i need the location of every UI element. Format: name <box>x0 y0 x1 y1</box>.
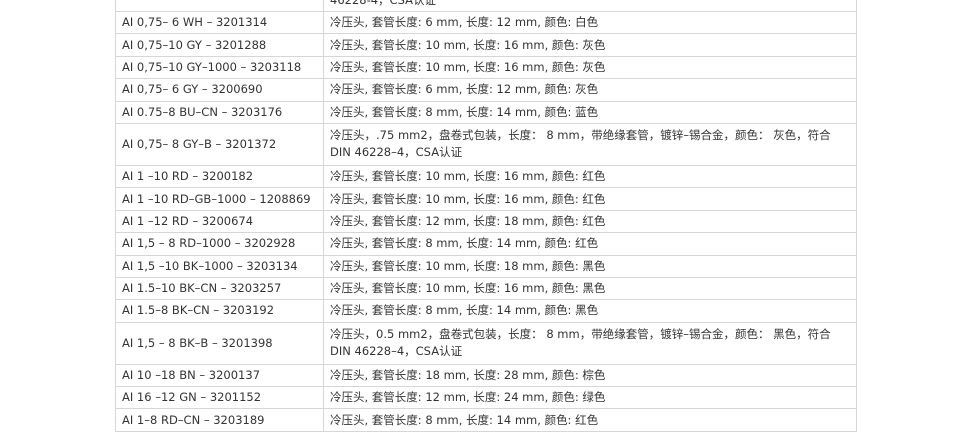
product-code-cell: AI 1–8 RD–CN – 3203189 <box>115 408 324 432</box>
product-code-cell: AI 1 –10 RD–GB–1000 – 1208869 <box>115 187 324 211</box>
product-code-cell: AI 0,75–10 GY – 3201288 <box>115 33 324 57</box>
table-row: AI 0,75– 8 GY–B – 3201372 冷压头，.75 mm2，盘卷式… <box>115 122 857 166</box>
product-description-cell: 冷压头, 套管长度: 10 mm, 长度: 16 mm, 颜色: 红色 <box>323 187 857 211</box>
table-row: AI 1 –10 RD–GB–1000 – 1208869 冷压头, 套管长度: … <box>115 187 857 211</box>
product-description-cell: 冷压头, 套管长度: 8 mm, 长度: 14 mm, 颜色: 黑色 <box>323 299 857 323</box>
product-code-cell: AI 0,75– 8 GY–B – 3201372 <box>115 122 324 166</box>
table-row: 46228-4，CSA认证 <box>115 0 857 12</box>
table-row: AI 1,5 – 8 RD–1000 – 3202928 冷压头, 套管长度: 8… <box>115 232 857 256</box>
product-code-cell: AI 0,75– 6 WH – 3201314 <box>115 10 324 35</box>
product-description-cell: 冷压头, 套管长度: 6 mm, 长度: 12 mm, 颜色: 白色 <box>323 10 857 35</box>
product-table-body: 46228-4，CSA认证AI 0,75– 6 WH – 3201314冷压头,… <box>115 0 857 432</box>
product-description-cell: 冷压头, 套管长度: 12 mm, 长度: 18 mm, 颜色: 红色 <box>323 209 857 234</box>
product-description-cell: 冷压头, 套管长度: 10 mm, 长度: 16 mm, 颜色: 灰色 <box>323 55 857 80</box>
product-code-cell: AI 16 –12 GN – 3201152 <box>115 386 324 410</box>
product-code-cell: AI 1,5 –10 BK–1000 – 3203134 <box>115 254 324 278</box>
product-description-cell: 冷压头, 套管长度: 8 mm, 长度: 14 mm, 颜色: 蓝色 <box>323 100 857 124</box>
table-row: AI 1.5–8 BK–CN – 3203192 冷压头, 套管长度: 8 mm,… <box>115 299 857 323</box>
product-code-cell: AI 1.5–8 BK–CN – 3203192 <box>115 299 324 323</box>
table-row: AI 0,75–10 GY – 3201288 冷压头, 套管长度: 10 mm,… <box>115 33 857 57</box>
product-code-cell: AI 1,5 – 8 BK–B – 3201398 <box>115 321 324 365</box>
table-row: AI 0,75–10 GY–1000 – 3203118 冷压头, 套管长度: 1… <box>115 55 857 80</box>
product-table-container: 46228-4，CSA认证AI 0,75– 6 WH – 3201314冷压头,… <box>115 0 857 432</box>
product-description-cell: 冷压头, 套管长度: 18 mm, 长度: 28 mm, 颜色: 棕色 <box>323 363 857 388</box>
product-description-cell: 冷压头, 套管长度: 10 mm, 长度: 16 mm, 颜色: 灰色 <box>323 33 857 57</box>
product-code-cell: AI 0,75– 6 GY – 3200690 <box>115 78 324 102</box>
product-description-cell: 冷压头, 套管长度: 12 mm, 长度: 24 mm, 颜色: 绿色 <box>323 386 857 410</box>
table-row: AI 1 –12 RD – 3200674 冷压头, 套管长度: 12 mm, 长… <box>115 209 857 234</box>
product-code-cell: AI 1.5–10 BK–CN – 3203257 <box>115 276 324 301</box>
product-description-cell: 冷压头, 套管长度: 6 mm, 长度: 12 mm, 颜色: 灰色 <box>323 78 857 102</box>
product-description-cell: 冷压头, 套管长度: 10 mm, 长度: 16 mm, 颜色: 黑色 <box>323 276 857 301</box>
table-row: AI 1 –10 RD – 3200182 冷压头, 套管长度: 10 mm, 长… <box>115 164 857 189</box>
product-code-cell: AI 10 –18 BN – 3200137 <box>115 363 324 388</box>
product-table: 46228-4，CSA认证AI 0,75– 6 WH – 3201314冷压头,… <box>115 0 857 432</box>
product-description-cell: 冷压头, 套管长度: 8 mm, 长度: 14 mm, 颜色: 红色 <box>323 408 857 432</box>
table-row: AI 1,5 –10 BK–1000 – 3203134 冷压头, 套管长度: 1… <box>115 254 857 278</box>
product-description-cell: 冷压头，.75 mm2，盘卷式包装，长度： 8 mm，带绝缘套管，镀锌–锡合金，… <box>323 122 857 166</box>
product-description-cell: 冷压头，0.5 mm2，盘卷式包装，长度： 8 mm，带绝缘套管，镀锌–锡合金，… <box>323 321 857 365</box>
product-code-cell: AI 1 –12 RD – 3200674 <box>115 209 324 234</box>
product-description-cell: 46228-4，CSA认证 <box>323 0 857 12</box>
product-description-cell: 冷压头, 套管长度: 10 mm, 长度: 18 mm, 颜色: 黑色 <box>323 254 857 278</box>
table-row: AI 16 –12 GN – 3201152 冷压头, 套管长度: 12 mm, … <box>115 386 857 410</box>
table-row: AI 10 –18 BN – 3200137 冷压头, 套管长度: 18 mm, … <box>115 363 857 388</box>
product-code-cell: AI 1 –10 RD – 3200182 <box>115 164 324 189</box>
table-row: AI 0.75–8 BU–CN – 3203176 冷压头, 套管长度: 8 mm… <box>115 100 857 124</box>
table-row: AI 1–8 RD–CN – 3203189 冷压头, 套管长度: 8 mm, 长… <box>115 408 857 432</box>
table-row: AI 0,75– 6 GY – 3200690 冷压头, 套管长度: 6 mm, … <box>115 78 857 102</box>
product-code-cell <box>115 0 324 12</box>
product-code-cell: AI 0.75–8 BU–CN – 3203176 <box>115 100 324 124</box>
table-row: AI 1.5–10 BK–CN – 3203257 冷压头, 套管长度: 10 m… <box>115 276 857 301</box>
product-description-cell: 冷压头, 套管长度: 8 mm, 长度: 14 mm, 颜色: 红色 <box>323 232 857 256</box>
product-code-cell: AI 1,5 – 8 RD–1000 – 3202928 <box>115 232 324 256</box>
table-row: AI 0,75– 6 WH – 3201314 冷压头, 套管长度: 6 mm, … <box>115 10 857 35</box>
table-row: AI 1,5 – 8 BK–B – 3201398 冷压头，0.5 mm2，盘卷式… <box>115 321 857 365</box>
product-description-cell: 冷压头, 套管长度: 10 mm, 长度: 16 mm, 颜色: 红色 <box>323 164 857 189</box>
product-code-cell: AI 0,75–10 GY–1000 – 3203118 <box>115 55 324 80</box>
